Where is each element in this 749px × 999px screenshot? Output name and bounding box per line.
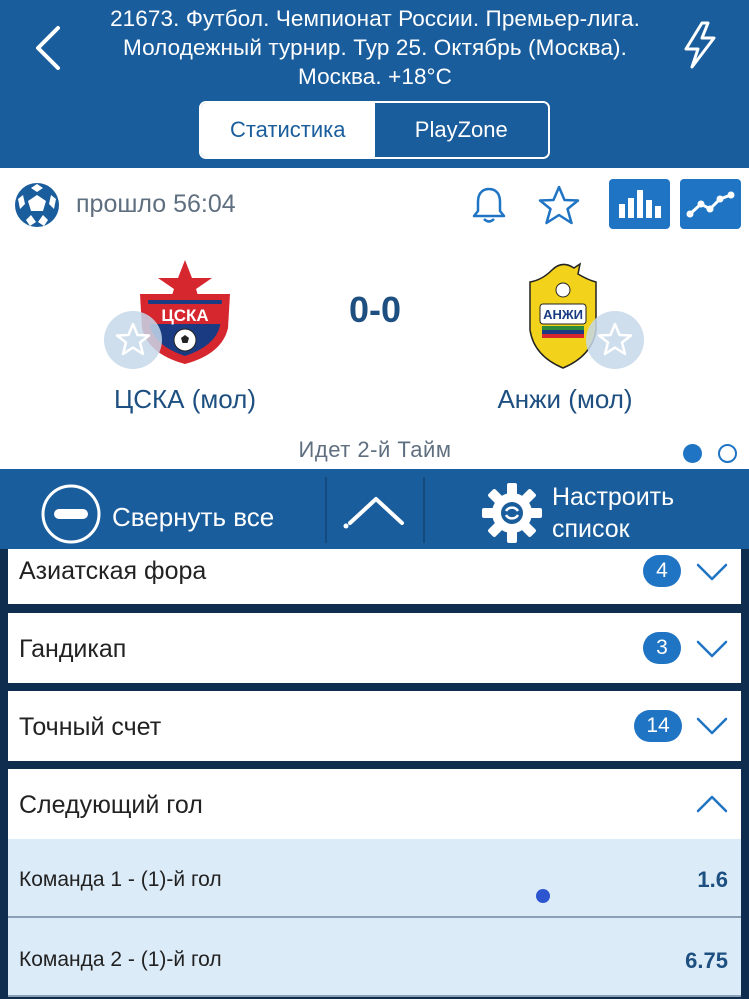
customize-list-label-line1: Настроить bbox=[552, 483, 675, 511]
home-team-name: ЦСКА (мол) bbox=[114, 384, 256, 414]
home-logo-text: ЦСКА bbox=[161, 306, 208, 325]
page-dot-active[interactable] bbox=[683, 444, 702, 463]
market-count-badge: 14 bbox=[634, 710, 682, 742]
toolbar-divider bbox=[325, 477, 327, 543]
match-score: 0-0 bbox=[348, 289, 402, 330]
lightning-icon[interactable] bbox=[680, 20, 720, 70]
market-row-expanded[interactable]: Следующий гол bbox=[8, 769, 741, 839]
bar-chart-icon bbox=[619, 190, 661, 218]
collapse-all-label: Свернуть все bbox=[112, 502, 275, 532]
trend-button[interactable] bbox=[680, 179, 741, 229]
customize-list-label-line2: список bbox=[552, 515, 630, 543]
customize-list-button[interactable]: Настроить список bbox=[480, 477, 740, 545]
outcome-row[interactable]: Команда 2 - (1)-й гол 6.75 bbox=[8, 918, 741, 995]
soccer-ball-icon bbox=[15, 183, 59, 227]
page-dot[interactable] bbox=[718, 444, 737, 463]
market-row[interactable]: Гандикап 3 bbox=[8, 613, 741, 683]
toolbar-divider bbox=[423, 477, 425, 543]
market-title: Азиатская фора bbox=[19, 557, 207, 585]
star-icon[interactable] bbox=[537, 184, 581, 226]
elapsed-time: прошло 56:04 bbox=[76, 190, 236, 218]
away-team-name: Анжи (мол) bbox=[497, 384, 633, 414]
tab-switcher: Статистика PlayZone bbox=[199, 101, 550, 159]
gear-icon bbox=[482, 483, 542, 543]
selection-dot bbox=[536, 889, 550, 903]
chevron-down-icon[interactable] bbox=[695, 715, 729, 737]
market-toolbar: Свернуть все Настроить список bbox=[0, 469, 749, 549]
away-logo-text: АНЖИ bbox=[543, 307, 583, 322]
market-title: Точный счет bbox=[19, 713, 162, 741]
market-row[interactable]: Точный счет 14 bbox=[8, 691, 741, 761]
trend-line-icon bbox=[686, 191, 735, 218]
statistics-button[interactable] bbox=[609, 179, 670, 229]
match-period: Идет 2-й Тайм bbox=[298, 437, 452, 462]
market-row[interactable]: Азиатская фора 4 bbox=[8, 549, 741, 604]
outcome-separator bbox=[8, 995, 741, 997]
chevron-up-icon[interactable] bbox=[695, 793, 729, 815]
outcome-row[interactable]: Команда 1 - (1)-й гол 1.6 bbox=[8, 839, 741, 916]
bell-icon[interactable] bbox=[470, 185, 508, 225]
tab-playzone[interactable]: PlayZone bbox=[374, 103, 548, 157]
collapse-all-button[interactable]: Свернуть все bbox=[36, 477, 316, 544]
minus-circle-icon bbox=[41, 484, 101, 544]
event-title: 21673. Футбол. Чемпионат России. Премьер… bbox=[110, 6, 640, 89]
tab-statistics[interactable]: Статистика bbox=[201, 103, 375, 157]
market-title: Гандикап bbox=[19, 635, 127, 663]
market-title: Следующий гол bbox=[19, 791, 203, 819]
outcome-label: Команда 1 - (1)-й гол bbox=[19, 868, 222, 891]
header-bar: 21673. Футбол. Чемпионат России. Премьер… bbox=[0, 0, 749, 168]
outcome-odds[interactable]: 1.6 bbox=[697, 867, 728, 893]
customize-list-label: Настроить список bbox=[552, 481, 674, 545]
away-favorite-star-icon[interactable] bbox=[585, 310, 645, 370]
chevron-down-icon[interactable] bbox=[695, 561, 729, 583]
chevron-up-icon[interactable] bbox=[340, 491, 408, 531]
chevron-down-icon[interactable] bbox=[695, 638, 729, 660]
back-arrow-icon[interactable] bbox=[28, 22, 68, 74]
match-panel: прошло 56:04 ЦСКА АНЖИ 0-0 ЦСКА (мол) Ан… bbox=[0, 168, 749, 469]
market-count-badge: 3 bbox=[643, 632, 681, 664]
home-favorite-star-icon[interactable] bbox=[103, 310, 163, 370]
market-count-badge: 4 bbox=[643, 555, 681, 587]
outcome-odds[interactable]: 6.75 bbox=[685, 948, 728, 974]
outcome-label: Команда 2 - (1)-й гол bbox=[19, 948, 222, 971]
